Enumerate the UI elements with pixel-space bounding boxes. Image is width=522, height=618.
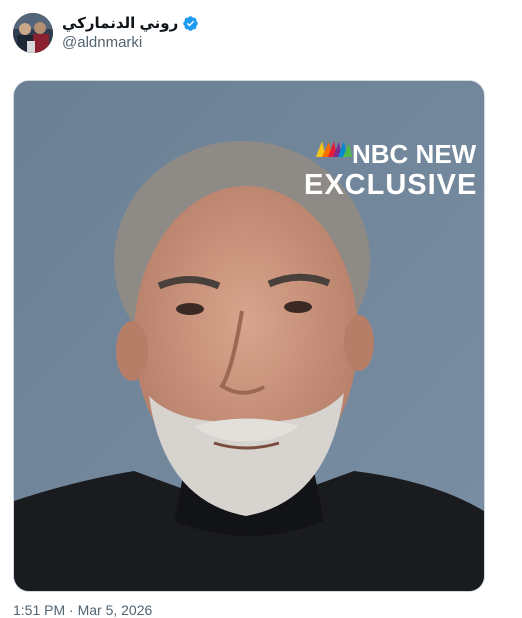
nbc-logo-line1: NBC NEW (352, 139, 477, 169)
tweet-media-video[interactable]: NBC NEW EXCLUSIVE (13, 80, 485, 592)
nbc-logo-line2: EXCLUSIVE (304, 169, 478, 201)
author-handle[interactable]: @aldnmarki (62, 34, 199, 52)
tweet-card: روني الدنماركي @aldnmarki NBC NEW EXCLUS… (0, 0, 522, 618)
tweet-timestamp[interactable]: 1:51 PM · Mar 5, 2026 (13, 602, 152, 618)
avatar[interactable] (13, 13, 53, 53)
author-display-name[interactable]: روني الدنماركي (62, 15, 178, 33)
name-row: روني الدنماركي (62, 15, 199, 33)
tweet-header: روني الدنماركي @aldnmarki (13, 12, 199, 54)
avatar-photo-icon (13, 13, 53, 53)
verified-badge-icon (182, 15, 199, 32)
author-names: روني الدنماركي @aldnmarki (62, 15, 199, 52)
